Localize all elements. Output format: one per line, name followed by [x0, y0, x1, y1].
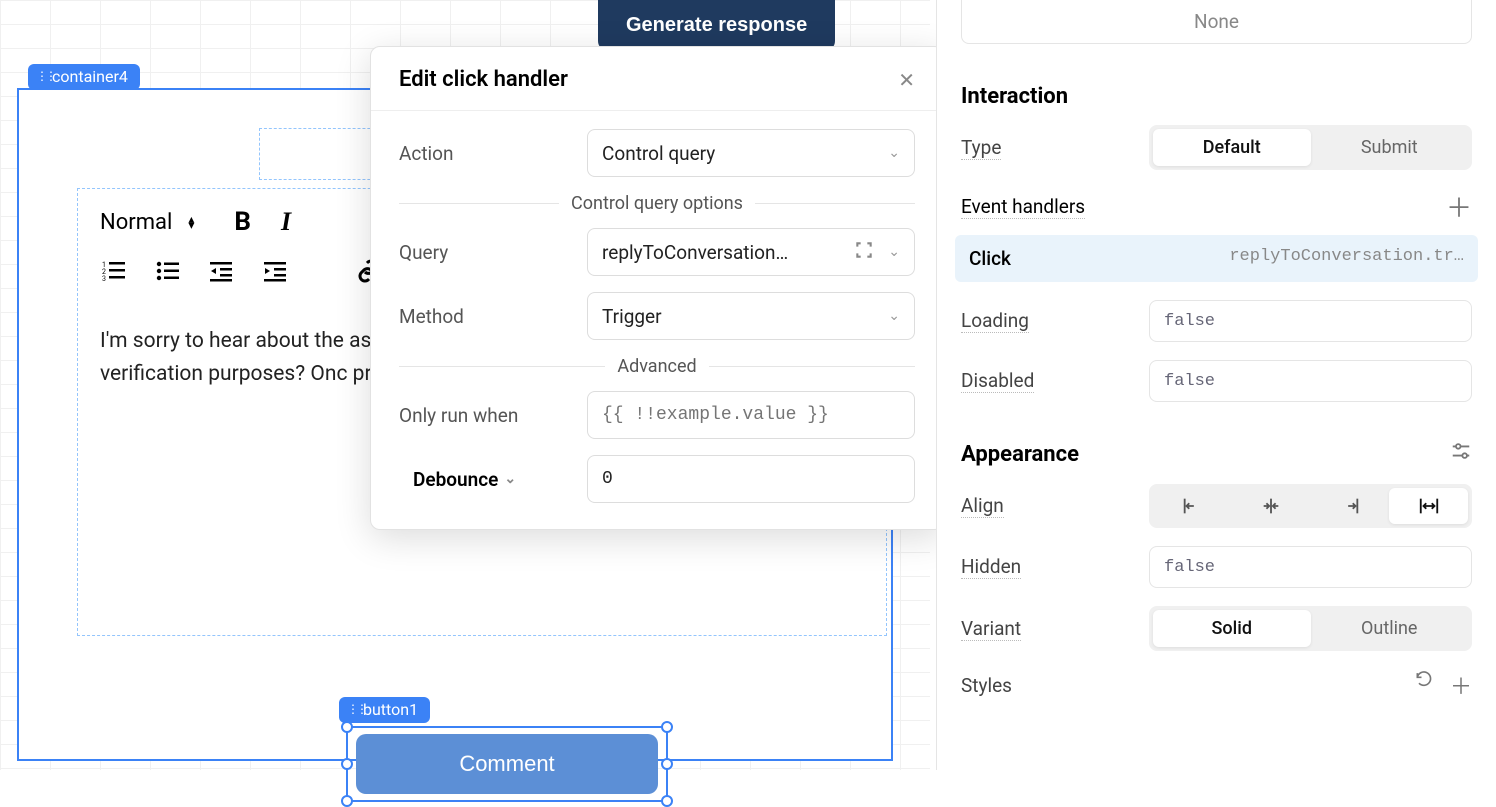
- variant-outline-button[interactable]: Outline: [1311, 610, 1469, 647]
- hidden-label: Hidden: [961, 555, 1021, 579]
- styles-label: Styles: [961, 674, 1012, 697]
- debounce-label[interactable]: Debounce ⌄: [399, 468, 587, 491]
- divider-label: Control query options: [571, 193, 743, 214]
- grip-icon: [36, 71, 46, 83]
- action-label: Action: [399, 142, 587, 165]
- type-submit-button[interactable]: Submit: [1311, 129, 1469, 166]
- debounce-input[interactable]: [587, 455, 915, 503]
- type-segmented: Default Submit: [1149, 125, 1472, 170]
- only-run-when-label: Only run when: [399, 404, 587, 427]
- action-value: Control query: [602, 142, 715, 165]
- loading-label: Loading: [961, 309, 1029, 333]
- generate-response-button[interactable]: Generate response: [598, 0, 835, 51]
- query-label: Query: [399, 241, 587, 264]
- chevron-down-icon: ⌄: [888, 244, 900, 260]
- indent-icon[interactable]: [262, 257, 290, 285]
- comment-button[interactable]: Comment: [356, 734, 658, 794]
- method-select[interactable]: Trigger ⌄: [587, 292, 915, 340]
- unordered-list-icon[interactable]: [154, 257, 182, 285]
- button-selection-label[interactable]: button1: [339, 697, 430, 723]
- align-label: Align: [961, 494, 1004, 518]
- ordered-list-icon[interactable]: 123: [100, 257, 128, 285]
- grip-icon: [347, 704, 357, 716]
- variant-solid-button[interactable]: Solid: [1153, 610, 1311, 647]
- chevron-down-icon: ⌄: [888, 308, 900, 324]
- event-handler-click[interactable]: Click replyToConversation.tr…: [955, 235, 1478, 282]
- align-center-button[interactable]: [1232, 488, 1311, 524]
- italic-icon[interactable]: I: [281, 207, 291, 237]
- event-handlers-label: Event handlers: [961, 195, 1085, 219]
- chevron-down-icon: ⌄: [888, 145, 900, 161]
- interaction-section-title: Interaction: [961, 84, 1472, 109]
- align-stretch-button[interactable]: [1389, 488, 1468, 524]
- button-label-text: button1: [363, 700, 418, 719]
- container-selection-label[interactable]: container4: [28, 64, 140, 90]
- variant-segmented: Solid Outline: [1149, 606, 1472, 651]
- disabled-label: Disabled: [961, 369, 1034, 393]
- chevron-updown-icon: ▴▾: [188, 216, 194, 228]
- reset-styles-button[interactable]: [1414, 669, 1434, 701]
- event-name: Click: [969, 247, 1011, 270]
- expand-icon[interactable]: [854, 240, 874, 265]
- appearance-section-title: Appearance: [961, 442, 1079, 467]
- align-right-button[interactable]: [1311, 488, 1390, 524]
- event-detail: replyToConversation.tr…: [1229, 247, 1464, 270]
- divider-label: Advanced: [617, 356, 696, 377]
- method-label: Method: [399, 305, 587, 328]
- bold-icon[interactable]: B: [234, 207, 251, 237]
- paragraph-style-select[interactable]: Normal ▴▾: [100, 210, 194, 235]
- control-query-divider: Control query options: [399, 193, 915, 214]
- variant-label: Variant: [961, 617, 1021, 641]
- close-icon[interactable]: ✕: [898, 68, 915, 92]
- align-left-button[interactable]: [1153, 488, 1232, 524]
- outdent-icon[interactable]: [208, 257, 236, 285]
- add-event-handler-button[interactable]: ＋: [1446, 188, 1472, 225]
- chevron-down-icon: ⌄: [504, 471, 516, 487]
- query-value: replyToConversation…: [602, 241, 788, 264]
- edit-click-handler-modal: Edit click handler ✕ Action Control quer…: [370, 46, 944, 530]
- debounce-label-text: Debounce: [413, 468, 498, 491]
- resize-handle[interactable]: [661, 721, 673, 733]
- action-select[interactable]: Control query ⌄: [587, 129, 915, 177]
- hidden-input[interactable]: [1149, 546, 1472, 588]
- svg-text:3: 3: [102, 275, 106, 283]
- type-label: Type: [961, 136, 1001, 160]
- add-style-button[interactable]: ＋: [1450, 669, 1472, 701]
- resize-handle[interactable]: [661, 795, 673, 807]
- type-default-button[interactable]: Default: [1153, 129, 1311, 166]
- modal-title: Edit click handler: [399, 67, 568, 92]
- loading-input[interactable]: [1149, 300, 1472, 342]
- align-segmented: [1149, 484, 1472, 528]
- paragraph-style-label: Normal: [100, 210, 172, 235]
- none-value-box[interactable]: None: [961, 0, 1472, 44]
- method-value: Trigger: [602, 305, 662, 328]
- advanced-divider: Advanced: [399, 356, 915, 377]
- only-run-when-input[interactable]: [587, 391, 915, 439]
- inspector-panel: None Interaction Type Default Submit Eve…: [936, 0, 1496, 770]
- sliders-icon[interactable]: [1450, 440, 1472, 468]
- container-label-text: container4: [52, 67, 128, 86]
- resize-handle[interactable]: [341, 795, 353, 807]
- query-select[interactable]: replyToConversation… ⌄: [587, 228, 915, 276]
- disabled-input[interactable]: [1149, 360, 1472, 402]
